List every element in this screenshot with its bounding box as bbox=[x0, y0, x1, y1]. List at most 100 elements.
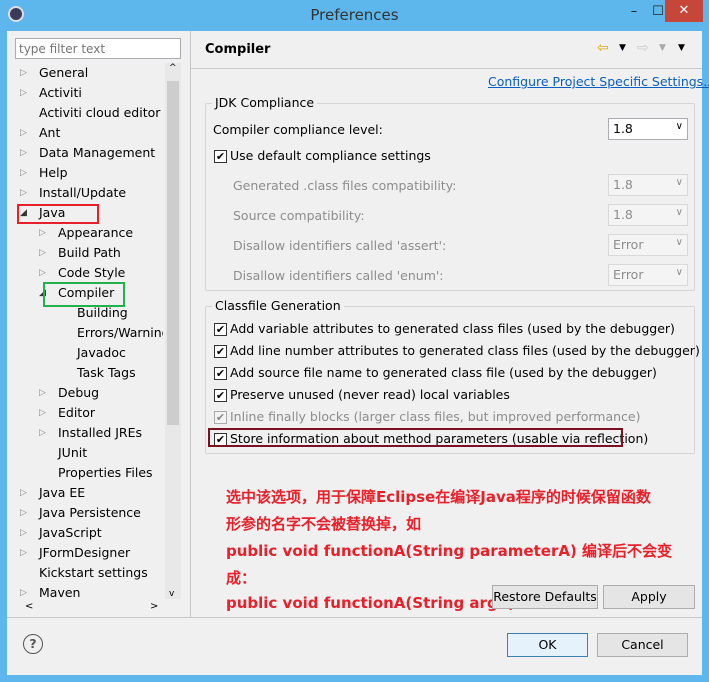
tree-item-label: Installed JREs bbox=[58, 425, 143, 440]
compat-select: 1.8 ∨ bbox=[608, 174, 688, 196]
collapsed-arrow-icon[interactable]: ▷ bbox=[39, 403, 46, 423]
tree-item[interactable]: ▷ Installed JREs bbox=[7, 423, 163, 443]
compliance-level-select[interactable]: 1.8 ∨ bbox=[608, 118, 688, 140]
tree-item[interactable]: Errors/Warnings bbox=[7, 323, 163, 343]
tree-item-label: General bbox=[39, 65, 89, 80]
tree-item-label: JFormDesigner bbox=[39, 545, 131, 560]
scroll-thumb[interactable] bbox=[167, 81, 179, 425]
collapsed-arrow-icon[interactable]: ▷ bbox=[39, 383, 46, 403]
tree-item-label: Java Persistence bbox=[39, 505, 141, 520]
header-separator bbox=[191, 68, 702, 69]
tree-item[interactable]: Javadoc bbox=[7, 343, 163, 363]
classfile-option-checkbox[interactable]: ✔ bbox=[214, 345, 227, 358]
collapsed-arrow-icon[interactable]: ▷ bbox=[20, 543, 27, 563]
tree-item-label: JavaScript bbox=[39, 525, 102, 540]
annotation-line: public void functionA(String arg0) bbox=[226, 594, 515, 612]
collapsed-arrow-icon[interactable]: ▷ bbox=[20, 523, 27, 543]
tree-item[interactable]: ▷ Java EE bbox=[7, 483, 163, 503]
collapsed-arrow-icon[interactable]: ▷ bbox=[20, 483, 27, 503]
scroll-right-icon[interactable]: > bbox=[150, 601, 158, 612]
tree-item[interactable]: Task Tags bbox=[7, 363, 163, 383]
tree-item[interactable]: ▷ Appearance bbox=[7, 223, 163, 243]
tree-item-label: Help bbox=[39, 165, 68, 180]
scroll-down-icon[interactable]: v bbox=[169, 589, 174, 599]
annotation-line: 选中该选项，用于保障Eclipse在编译Java程序的时候保留函数 bbox=[226, 488, 651, 506]
view-menu-icon[interactable]: ▼ bbox=[678, 43, 685, 53]
preferences-window: Preferences – ☐ ✕ ▷General▷ActivitiActiv… bbox=[0, 0, 709, 682]
compat-label: Disallow identifiers called 'assert': bbox=[233, 238, 447, 253]
tree-item-label: Build Path bbox=[58, 245, 121, 260]
tree-item[interactable]: ▷ Java Persistence bbox=[7, 503, 163, 523]
collapsed-arrow-icon[interactable]: ▷ bbox=[20, 143, 27, 163]
classfile-option-checkbox[interactable]: ✔ bbox=[214, 367, 227, 380]
cancel-button[interactable]: Cancel bbox=[597, 633, 688, 657]
tree-item[interactable]: ▷ Maven bbox=[7, 583, 163, 603]
tree-item[interactable]: ▷ Debug bbox=[7, 383, 163, 403]
collapsed-arrow-icon[interactable]: ▷ bbox=[20, 183, 27, 203]
apply-button[interactable]: Apply bbox=[603, 585, 695, 609]
tree-scrollbar[interactable]: ^ v bbox=[165, 63, 181, 599]
classfile-option-label: Add variable attributes to generated cla… bbox=[230, 321, 675, 336]
panel-divider bbox=[190, 31, 191, 617]
classfile-option-label: Add source file name to generated class … bbox=[230, 365, 657, 380]
tree-item-label: Activiti bbox=[39, 85, 82, 100]
classfile-option-checkbox[interactable]: ✔ bbox=[214, 389, 227, 402]
close-button[interactable]: ✕ bbox=[665, 0, 703, 22]
tree-item[interactable]: ▷ JavaScript bbox=[7, 523, 163, 543]
back-menu-icon[interactable]: ▼ bbox=[619, 43, 626, 53]
tree-item[interactable]: ▷ Build Path bbox=[7, 243, 163, 263]
tree-item[interactable]: Kickstart settings bbox=[7, 563, 163, 583]
tree-item-label: Debug bbox=[58, 385, 100, 400]
tree-item[interactable]: ▷ Activiti bbox=[7, 83, 163, 103]
tree-item[interactable]: ▷ Help bbox=[7, 163, 163, 183]
footer-separator bbox=[7, 617, 702, 618]
forward-icon[interactable]: ⇨ bbox=[637, 40, 649, 56]
collapsed-arrow-icon[interactable]: ▷ bbox=[20, 63, 27, 83]
help-icon[interactable]: ? bbox=[23, 634, 43, 654]
collapsed-arrow-icon[interactable]: ▷ bbox=[20, 83, 27, 103]
use-default-label: Use default compliance settings bbox=[230, 148, 431, 163]
collapsed-arrow-icon[interactable]: ▷ bbox=[39, 423, 46, 443]
tree-item[interactable]: JUnit bbox=[7, 443, 163, 463]
tree-item-label: Maven bbox=[39, 585, 81, 600]
collapsed-arrow-icon[interactable]: ▷ bbox=[20, 163, 27, 183]
tree-item-label: Data Management bbox=[39, 145, 156, 160]
configure-project-link[interactable]: Configure Project Specific Settings... bbox=[488, 74, 709, 89]
scroll-left-icon[interactable]: < bbox=[25, 601, 33, 612]
store-params-highlight-box bbox=[208, 428, 623, 447]
collapsed-arrow-icon[interactable]: ▷ bbox=[39, 223, 46, 243]
classfile-option-checkbox: ✔ bbox=[214, 411, 227, 424]
compat-select: Error ∨ bbox=[608, 264, 688, 286]
back-icon[interactable]: ⇦ bbox=[597, 40, 609, 56]
ok-button[interactable]: OK bbox=[507, 633, 588, 657]
tree-item[interactable]: ▷ Editor bbox=[7, 403, 163, 423]
tree-item-label: Java EE bbox=[39, 485, 86, 500]
page-title: Compiler bbox=[205, 42, 271, 57]
tree-item[interactable]: ▷ Data Management bbox=[7, 143, 163, 163]
scroll-up-icon[interactable]: ^ bbox=[169, 63, 177, 73]
collapsed-arrow-icon[interactable]: ▷ bbox=[39, 243, 46, 263]
tree-item[interactable]: ▷ Code Style bbox=[7, 263, 163, 283]
jdk-compliance-group: JDK Compliance Compiler compliance level… bbox=[205, 95, 695, 291]
annotation-line: 形参的名字不会被替换掉，如 bbox=[226, 515, 422, 533]
tree-item-label: Task Tags bbox=[77, 365, 136, 380]
collapsed-arrow-icon[interactable]: ▷ bbox=[20, 503, 27, 523]
tree-item-label: Activiti cloud editor bbox=[39, 105, 161, 120]
compat-select: Error ∨ bbox=[608, 234, 688, 256]
use-default-checkbox[interactable]: ✔ bbox=[214, 150, 227, 163]
restore-defaults-button[interactable]: Restore Defaults bbox=[492, 585, 598, 609]
tree-item[interactable]: Activiti cloud editor bbox=[7, 103, 163, 123]
filter-input[interactable] bbox=[15, 38, 181, 59]
tree-item[interactable]: ▷ Install/Update bbox=[7, 183, 163, 203]
collapsed-arrow-icon[interactable]: ▷ bbox=[20, 583, 27, 603]
classfile-option-checkbox[interactable]: ✔ bbox=[214, 323, 227, 336]
forward-menu-icon[interactable]: ▼ bbox=[659, 43, 666, 53]
tree-item[interactable]: Properties Files Editor bbox=[7, 463, 163, 483]
tree-item-label: Kickstart settings bbox=[39, 565, 148, 580]
collapsed-arrow-icon[interactable]: ▷ bbox=[20, 123, 27, 143]
tree-item[interactable]: ▷ Ant bbox=[7, 123, 163, 143]
compiler-highlight-box bbox=[43, 282, 125, 307]
collapsed-arrow-icon[interactable]: ▷ bbox=[39, 263, 46, 283]
tree-item[interactable]: ▷ General bbox=[7, 63, 163, 83]
tree-item[interactable]: ▷ JFormDesigner bbox=[7, 543, 163, 563]
